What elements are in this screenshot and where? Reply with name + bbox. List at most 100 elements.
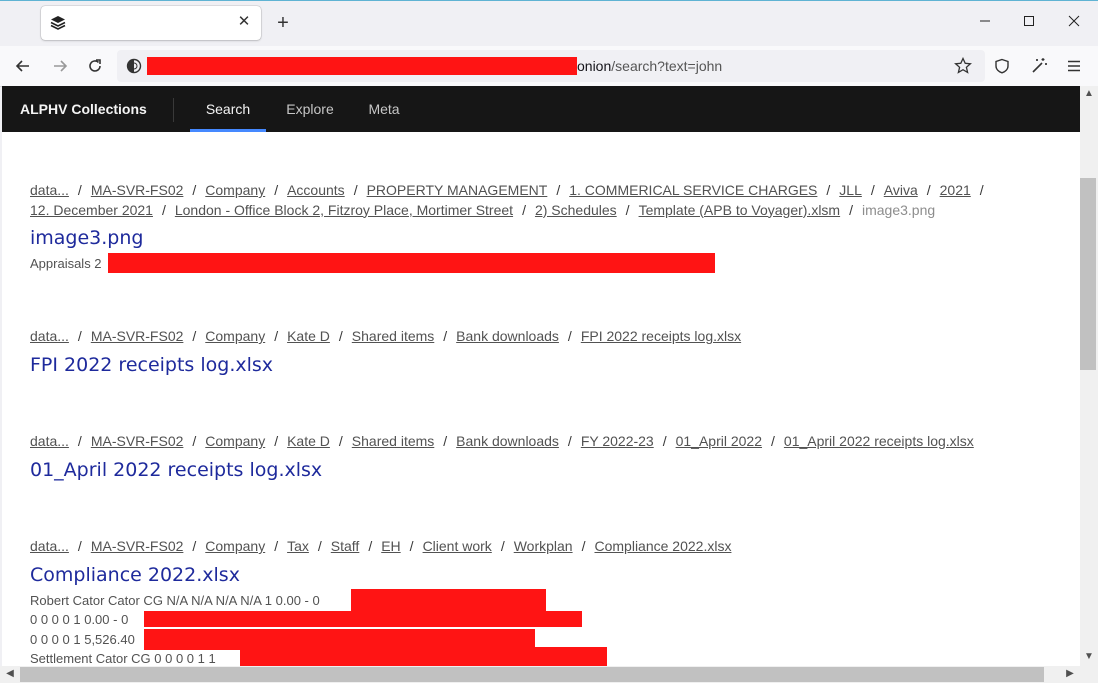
crumb-link[interactable]: data... [30, 182, 69, 198]
crumb-link[interactable]: 2) Schedules [535, 202, 617, 218]
hamburger-menu-icon [1068, 60, 1080, 72]
url-path: /search?text=john [611, 58, 723, 74]
crumb-link[interactable]: MA-SVR-FS02 [91, 328, 184, 344]
breadcrumb: data... / MA-SVR-FS02/Company / Kate D / Share… [30, 433, 974, 449]
horizontal-scrollbar-thumb[interactable] [20, 667, 1044, 682]
crumb-link[interactable]: data... [30, 538, 69, 554]
bookmark-star-button[interactable] [949, 52, 977, 80]
maximize-icon[interactable] [1009, 11, 1049, 35]
magic-wand-icon [1032, 58, 1047, 73]
crumb-link[interactable]: Company [205, 328, 265, 344]
crumb-link[interactable]: Compliance 2022.xlsx [594, 538, 731, 554]
crumb-link[interactable]: Kate D [287, 328, 330, 344]
crumb-link[interactable]: Company [205, 433, 265, 449]
close-tab-icon[interactable]: ✕ [235, 13, 253, 31]
crumb-link[interactable]: FPI 2022 receipts log.xlsx [581, 328, 741, 344]
crumb-link[interactable]: JLL [839, 182, 862, 198]
breadcrumb: data... / MA-SVR-FS02/Company / Kate D / Share… [30, 328, 742, 344]
result-title[interactable]: 01_April 2022 receipts log.xlsx [30, 457, 1030, 483]
crumb-link[interactable]: Company [205, 182, 265, 198]
crumb-link[interactable]: PROPERTY MANAGEMENT [367, 182, 548, 198]
redacted-url-host [147, 57, 577, 75]
crumb-link[interactable]: Tax [287, 538, 309, 554]
nav-search[interactable]: Search [190, 86, 266, 132]
result-title[interactable]: image3.png [30, 225, 1030, 251]
redaction-block [351, 588, 546, 611]
crumb-link[interactable]: 2021 [940, 182, 971, 198]
crumb-link[interactable]: FY 2022-23 [581, 433, 654, 449]
snippet-text: Appraisals 2 [30, 256, 102, 271]
close-window-icon[interactable] [1054, 11, 1094, 35]
crumb-link[interactable]: 12. December 2021 [30, 202, 153, 218]
crumb-link[interactable]: Shared items [352, 328, 434, 344]
result-title[interactable]: Compliance 2022.xlsx [30, 562, 1030, 588]
vertical-scrollbar[interactable] [1080, 86, 1098, 666]
app-menu-button[interactable] [1060, 52, 1088, 80]
scroll-right-arrow-icon[interactable]: ▶ [1062, 668, 1078, 679]
crumb-link[interactable]: MA-SVR-FS02 [91, 182, 184, 198]
crumb-link[interactable]: Bank downloads [456, 433, 559, 449]
scroll-down-arrow-icon[interactable]: ▼ [1081, 651, 1097, 662]
forward-arrow-icon [54, 60, 68, 72]
search-result: data... / MA-SVR-FS02/Company / Kate D / Share… [30, 432, 1030, 483]
crumb-link[interactable]: 01_April 2022 [676, 433, 762, 449]
crumb-link[interactable]: Kate D [287, 433, 330, 449]
nav-explore[interactable]: Explore [272, 86, 348, 132]
snippet-text: Settlement Cator CG 0 0 0 0 1 1 [30, 651, 216, 666]
crumb-link[interactable]: Bank downloads [456, 328, 559, 344]
forward-button[interactable] [46, 52, 74, 80]
breadcrumb: data... / MA-SVR-FS02/Company / Tax / Staff / EH… [30, 538, 732, 554]
crumb-link[interactable]: London - Office Block 2, Fitzroy Place, … [175, 202, 513, 218]
crumb-link[interactable]: MA-SVR-FS02 [91, 433, 184, 449]
url-text: onion/search?text=john [577, 58, 722, 74]
result-snippet: 0 0 0 0 1 0.00 - 0 [30, 610, 1030, 630]
crumb-link[interactable]: Shared items [352, 433, 434, 449]
site-brand[interactable]: ALPHV Collections [20, 101, 147, 117]
search-result: data... / MA-SVR-FS02/Company / Accounts / PRO… [30, 181, 1030, 274]
onion-site-icon[interactable] [126, 58, 142, 74]
crumb-link[interactable]: 1. COMMERICAL SERVICE CHARGES [569, 182, 817, 198]
crumb-link[interactable]: Template (APB to Voyager).xlsm [639, 202, 841, 218]
result-snippet: Robert Cator Cator CG N/A N/A N/A N/A 1 … [30, 588, 1030, 611]
url-bar[interactable]: onion/search?text=john [117, 50, 985, 82]
nav-meta[interactable]: Meta [354, 86, 414, 132]
crumb-link[interactable]: Workplan [514, 538, 573, 554]
redaction-block [240, 647, 607, 666]
star-icon [954, 57, 972, 74]
crumb-link[interactable]: Company [205, 538, 265, 554]
crumb-link[interactable]: Staff [331, 538, 360, 554]
crumb-link[interactable]: Client work [423, 538, 492, 554]
back-arrow-icon [15, 60, 29, 72]
crumb-link[interactable]: 01_April 2022 receipts log.xlsx [784, 433, 974, 449]
layers-icon [50, 16, 66, 30]
extensions-button[interactable] [1025, 52, 1053, 80]
minimize-icon[interactable] [965, 11, 1005, 35]
crumb-current: image3.png [861, 201, 936, 218]
browser-tab[interactable]: ✕ [41, 6, 261, 40]
reload-button[interactable] [81, 52, 109, 80]
scroll-up-arrow-icon[interactable]: ▲ [1081, 88, 1097, 99]
search-result: data... / MA-SVR-FS02/Company / Kate D / Share… [30, 327, 1030, 378]
search-result: data... / MA-SVR-FS02/Company / Tax / Staff / EH… [30, 537, 1030, 666]
new-tab-button[interactable]: + [272, 12, 294, 34]
reload-icon [89, 59, 101, 72]
site-header: ALPHV Collections Search Explore Meta [2, 86, 1080, 132]
crumb-link[interactable]: data... [30, 433, 69, 449]
crumb-link[interactable]: Aviva [884, 182, 918, 198]
url-host: onion [577, 58, 612, 74]
breadcrumb: data... / MA-SVR-FS02/Company / Accounts / PRO… [30, 182, 984, 218]
vertical-scrollbar-thumb[interactable] [1080, 178, 1096, 370]
result-title[interactable]: FPI 2022 receipts log.xlsx [30, 352, 1030, 378]
back-button[interactable] [9, 52, 37, 80]
snippet-text: Robert Cator Cator CG N/A N/A N/A N/A 1 … [30, 592, 320, 608]
crumb-link[interactable]: MA-SVR-FS02 [91, 538, 184, 554]
crumb-link[interactable]: EH [381, 538, 400, 554]
crumb-link[interactable]: data... [30, 328, 69, 344]
tab-strip: ✕ + [0, 0, 1098, 47]
crumb-link[interactable]: Accounts [287, 182, 345, 198]
redaction-block [144, 611, 582, 627]
shield-button[interactable] [988, 52, 1016, 80]
result-snippet: Appraisals 2 [30, 253, 1030, 274]
scroll-left-arrow-icon[interactable]: ◀ [2, 668, 18, 679]
header-divider [173, 98, 174, 122]
